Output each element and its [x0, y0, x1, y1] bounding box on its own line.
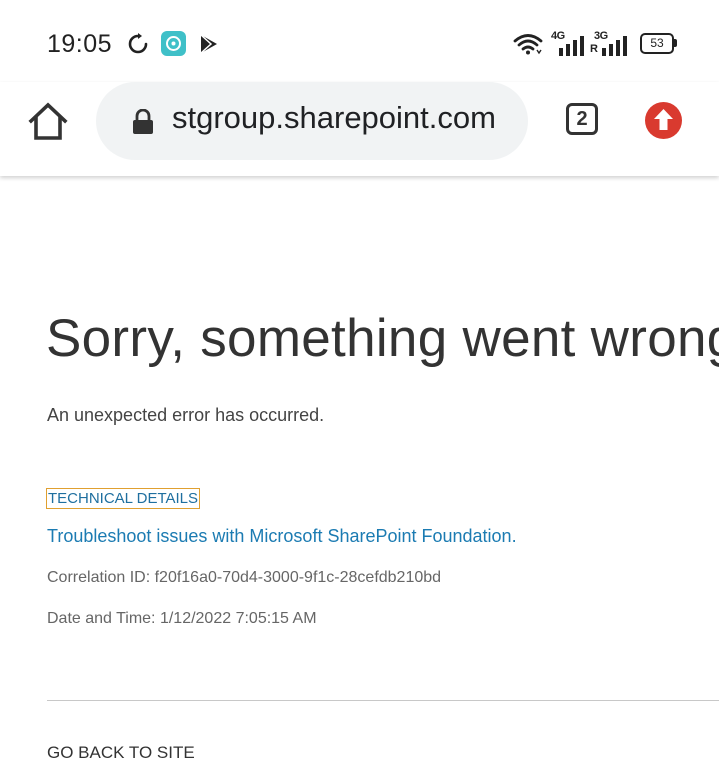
play-store-icon [200, 34, 217, 54]
technical-details-link[interactable]: TECHNICAL DETAILS [46, 488, 201, 509]
divider [47, 700, 719, 701]
page-title: Sorry, something went wrong [46, 309, 719, 368]
battery-tip [674, 39, 677, 47]
status-time: 19:05 [47, 30, 113, 58]
home-icon[interactable] [26, 100, 70, 144]
lock-icon [133, 109, 153, 134]
browser-toolbar: stgroup.sharepoint.com 2 [0, 82, 719, 176]
wifi-icon [513, 34, 543, 55]
battery-level: 53 [650, 36, 664, 50]
signal-3g-icon: 3G R [590, 30, 630, 56]
correlation-id: Correlation ID: f20f16a0-70d4-3000-9f1c-… [47, 569, 442, 586]
phone-screen: 19:05 4G 3G R 53 stgroup.sharepoint.com … [0, 0, 719, 770]
date-time: Date and Time: 1/12/2022 7:05:15 AM [47, 610, 317, 627]
go-back-to-site-link[interactable]: GO BACK TO SITE [47, 743, 195, 763]
update-arrow-icon[interactable] [645, 102, 682, 139]
signal-4g-icon: 4G [551, 30, 585, 56]
sync-icon [128, 33, 148, 54]
status-bar: 19:05 4G 3G R 53 [0, 0, 719, 82]
troubleshoot-link[interactable]: Troubleshoot issues with Microsoft Share… [47, 526, 517, 547]
tab-switcher-button[interactable]: 2 [566, 103, 598, 135]
tab-count: 2 [576, 108, 588, 130]
address-bar[interactable]: stgroup.sharepoint.com [96, 82, 528, 160]
roaming-label: R [590, 43, 598, 55]
app-notification-icon [161, 31, 186, 56]
battery-icon: 53 [640, 33, 674, 54]
error-message: An unexpected error has occurred. [47, 405, 325, 425]
url-text: stgroup.sharepoint.com [172, 100, 496, 135]
